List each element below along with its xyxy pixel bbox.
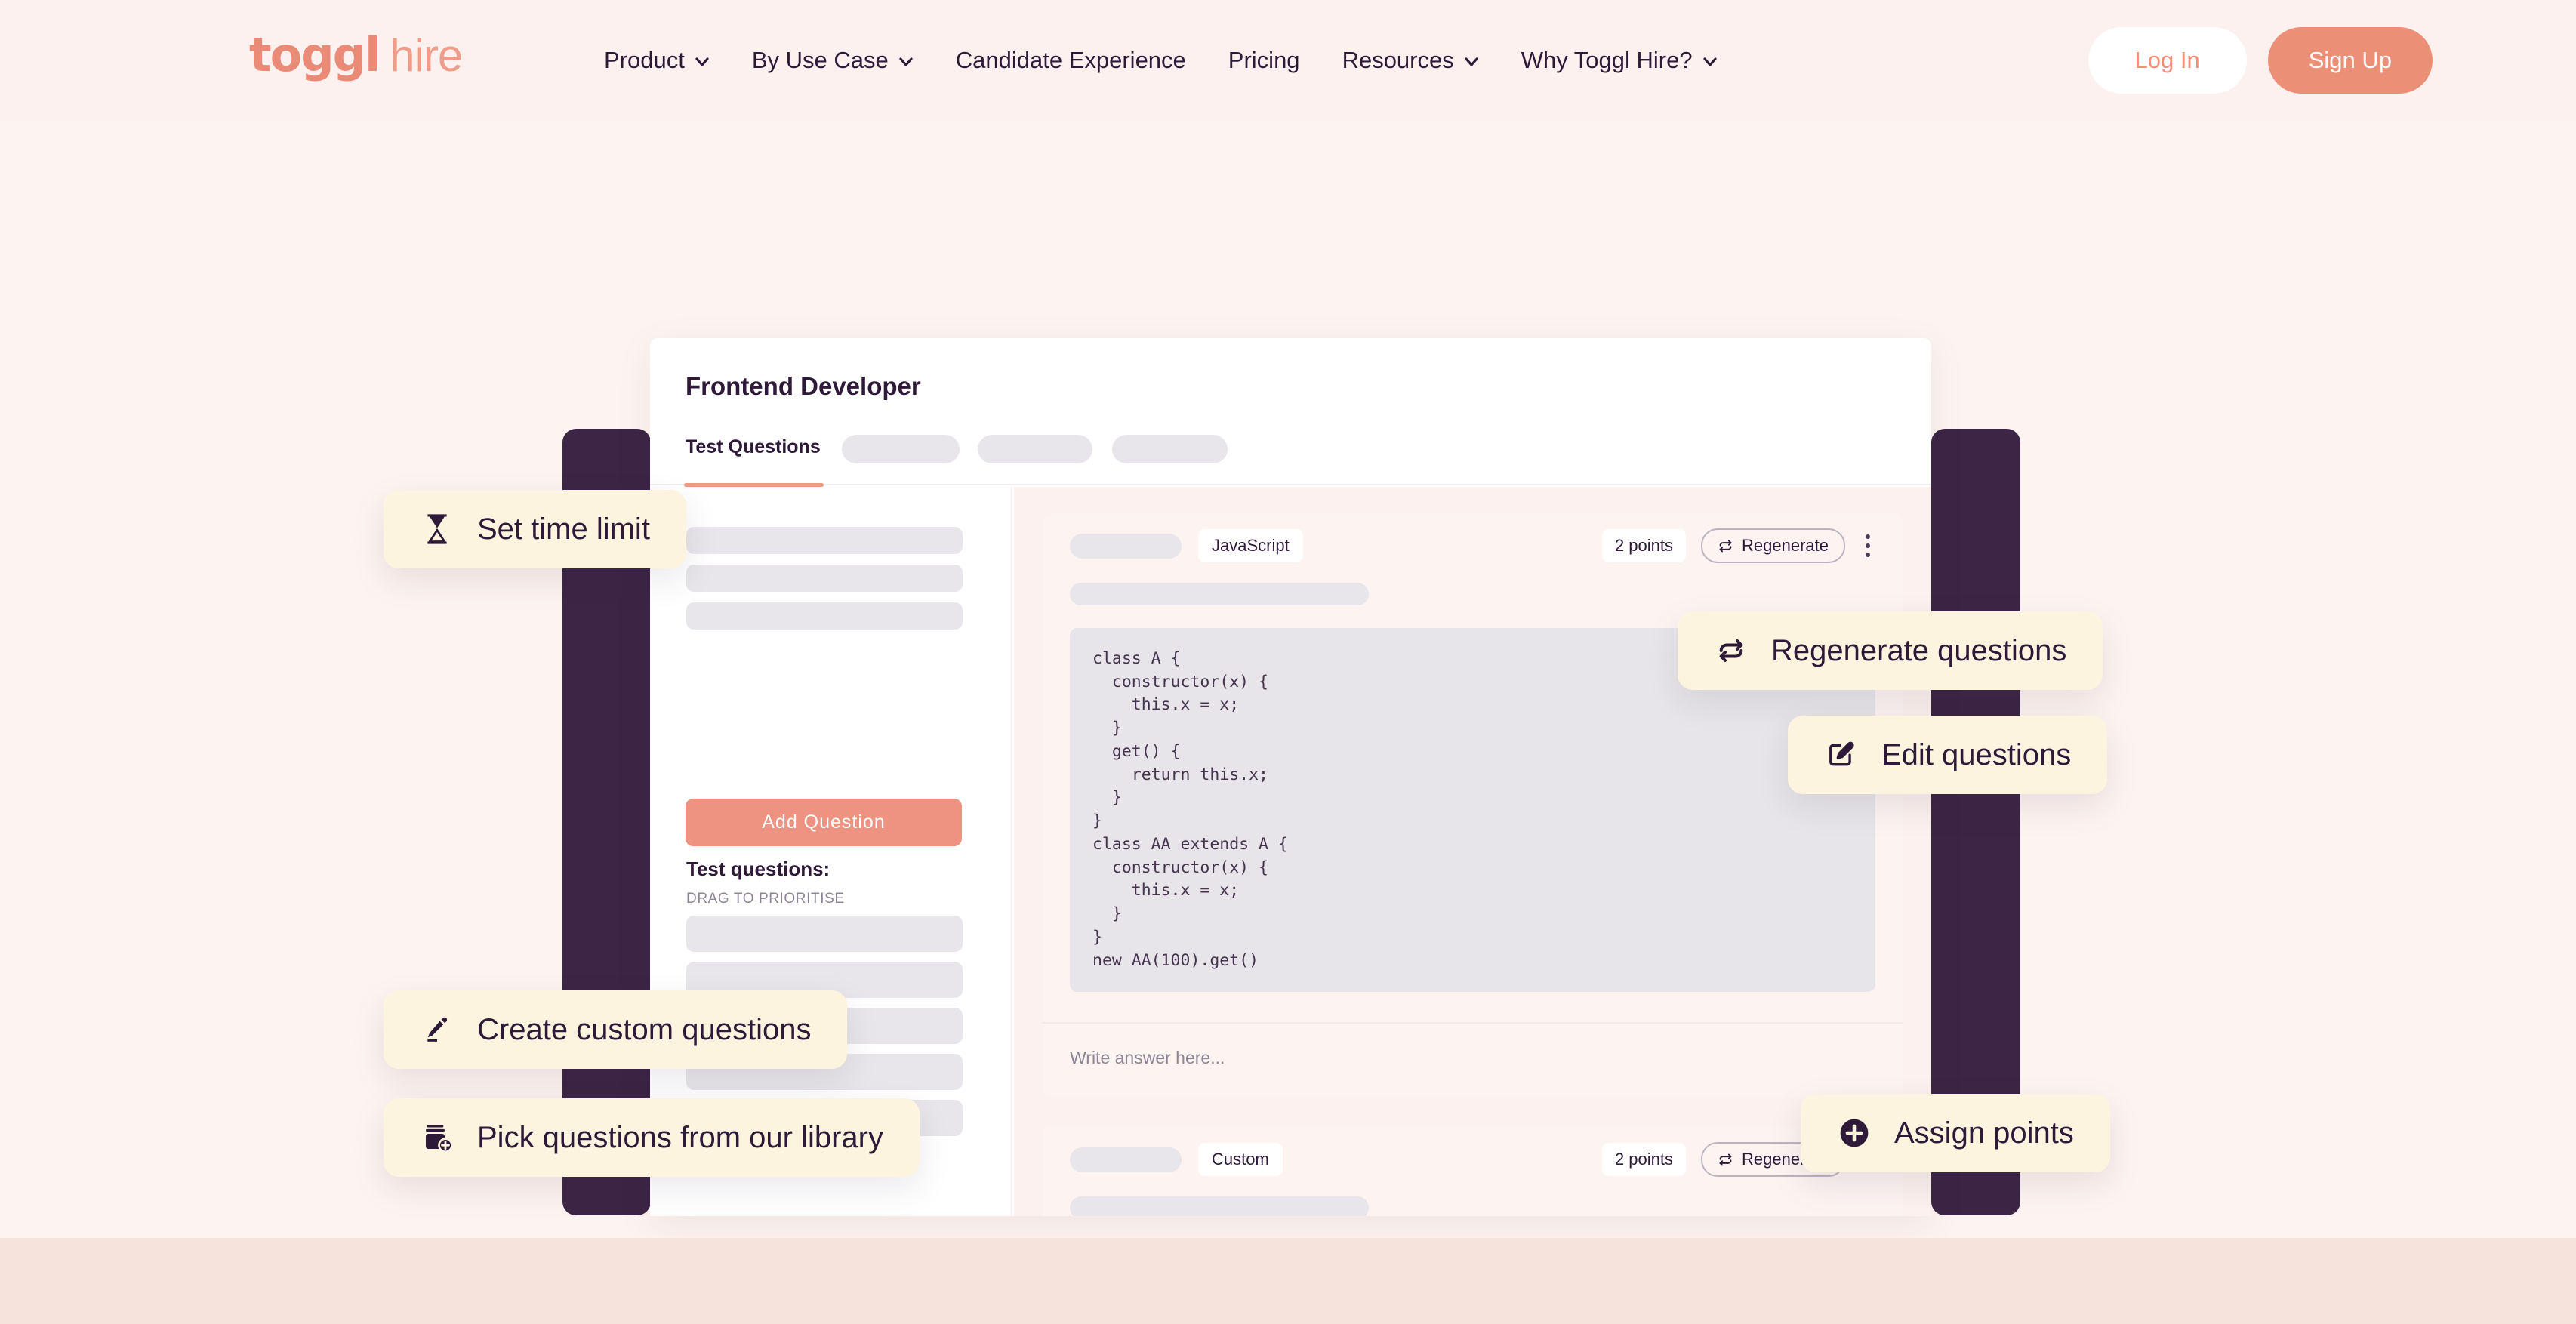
page-title: Frontend Developer (686, 372, 921, 400)
tab-bar: Test Questions (650, 421, 1931, 487)
question-category-badge: JavaScript (1198, 529, 1303, 562)
refresh-icon (1718, 1152, 1733, 1168)
regenerate-question-button[interactable]: Regenerate (1701, 528, 1845, 563)
nav-item-product[interactable]: Product (604, 0, 731, 121)
chevron-down-icon (695, 54, 710, 69)
library-add-icon (420, 1120, 454, 1155)
callout-label: Set time limit (477, 512, 650, 546)
tab-placeholder[interactable] (842, 435, 960, 463)
chevron-down-icon (898, 54, 914, 69)
question-points: 2 points (1601, 1143, 1687, 1177)
nav-item-resources[interactable]: Resources (1321, 0, 1500, 121)
plus-circle-icon (1837, 1116, 1872, 1150)
callout-label: Create custom questions (477, 1012, 812, 1046)
logo[interactable]: toggl hire (249, 27, 463, 82)
callout-edit-questions: Edit questions (1788, 716, 2108, 794)
login-button[interactable]: Log In (2088, 27, 2247, 94)
question-prompt-placeholder (1070, 1196, 1369, 1216)
sidebar-question-item[interactable] (686, 916, 963, 952)
callout-pick-questions-library: Pick questions from our library (384, 1098, 920, 1177)
signup-button[interactable]: Sign Up (2267, 27, 2433, 94)
hourglass-icon (420, 512, 454, 547)
chevron-down-icon (1464, 54, 1479, 69)
kebab-menu-icon[interactable] (1860, 530, 1875, 562)
callout-assign-points: Assign points (1801, 1094, 2110, 1172)
edit-square-icon (1824, 737, 1859, 772)
pencil-icon (420, 1012, 454, 1047)
callout-label: Edit questions (1881, 737, 2072, 771)
nav-item-label: Why Toggl Hire? (1521, 47, 1693, 73)
callout-create-custom-questions: Create custom questions (384, 990, 848, 1069)
callout-label: Regenerate questions (1771, 633, 2067, 667)
sidebar-placeholder-row (686, 602, 963, 630)
question-category-badge: Custom (1198, 1143, 1283, 1177)
nav-item-by-use-case[interactable]: By Use Case (731, 0, 935, 121)
question-card-header: Custom 2 points Regenerate (1043, 1127, 1903, 1192)
tab-placeholder[interactable] (978, 435, 1092, 463)
question-points: 2 points (1601, 529, 1687, 562)
tab-test-questions[interactable]: Test Questions (686, 436, 821, 458)
nav-item-pricing[interactable]: Pricing (1207, 0, 1321, 121)
question-card: JavaScript 2 points Regenerate class A {… (1043, 513, 1903, 1099)
nav-item-why-toggl-hire[interactable]: Why Toggl Hire? (1500, 0, 1739, 121)
nav-item-label: Candidate Experience (955, 47, 1186, 73)
callout-label: Pick questions from our library (477, 1120, 883, 1154)
question-card-header: JavaScript 2 points Regenerate (1043, 513, 1903, 578)
footer-band (0, 1238, 2576, 1324)
refresh-icon (1718, 538, 1733, 554)
test-questions-heading: Test questions: (686, 858, 830, 880)
site-header: toggl hire Product By Use Case Candidate… (0, 0, 2576, 121)
nav-item-label: By Use Case (751, 47, 889, 73)
app-mockup-card: Frontend Developer Test Questions Add Qu… (650, 338, 1931, 1216)
answer-input[interactable]: Write answer here... (1043, 1024, 1903, 1098)
question-header-actions: 2 points Regenerate (1601, 528, 1875, 563)
add-question-button[interactable]: Add Question (686, 799, 962, 846)
callout-label: Assign points (1894, 1116, 2074, 1150)
logo-brand: toggl (249, 27, 381, 82)
sidebar-placeholder-row (686, 565, 963, 592)
question-prompt-placeholder (1070, 583, 1369, 605)
question-card: Custom 2 points Regenerate (1043, 1127, 1903, 1216)
nav-item-candidate-experience[interactable]: Candidate Experience (935, 0, 1207, 121)
nav-item-label: Product (604, 47, 685, 73)
main-navigation: Product By Use Case Candidate Experience… (604, 0, 1739, 121)
drag-to-prioritise-hint: DRAG TO PRIORITISE (686, 891, 845, 907)
chevron-down-icon (1702, 54, 1718, 69)
callout-regenerate-questions: Regenerate questions (1678, 611, 2103, 690)
regenerate-label: Regenerate (1742, 536, 1829, 555)
nav-item-label: Pricing (1228, 47, 1300, 73)
question-list: JavaScript 2 points Regenerate class A {… (1014, 487, 1931, 1216)
sidebar-placeholder-row (686, 527, 963, 554)
refresh-icon (1714, 633, 1749, 668)
logo-product: hire (390, 30, 463, 81)
callout-set-time-limit: Set time limit (384, 490, 686, 568)
question-name-placeholder (1070, 1147, 1182, 1172)
header-actions: Log In Sign Up (2088, 27, 2433, 94)
hero-stage: Frontend Developer Test Questions Add Qu… (0, 121, 2576, 1238)
nav-item-label: Resources (1342, 47, 1454, 73)
tab-placeholder[interactable] (1112, 435, 1228, 463)
question-name-placeholder (1070, 533, 1182, 559)
